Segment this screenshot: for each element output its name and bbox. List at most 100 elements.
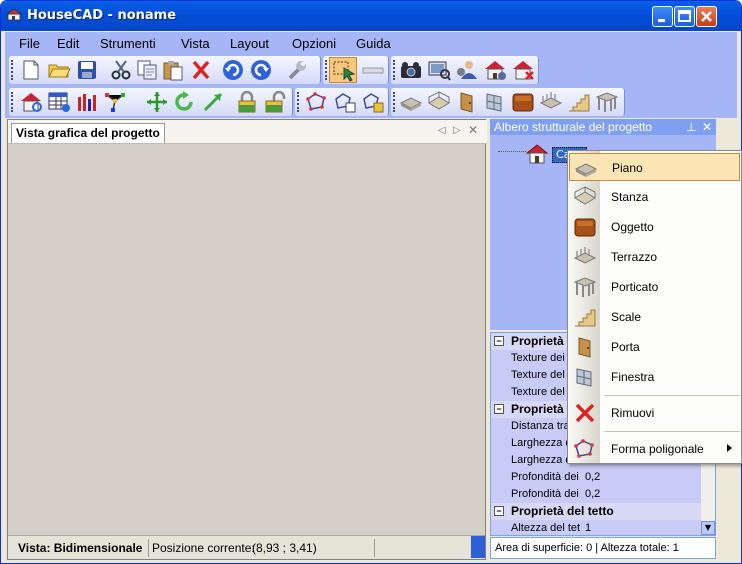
toolbar-grip[interactable]: [11, 92, 14, 112]
info-bar: Area di superficie: 0 | Altezza totale: …: [490, 537, 716, 559]
open-icon[interactable]: [47, 59, 71, 81]
close-button[interactable]: [696, 6, 717, 27]
new-icon[interactable]: [19, 59, 43, 81]
size-grip[interactable]: [471, 536, 485, 558]
toolbar-grip[interactable]: [297, 92, 300, 112]
context-item-piano[interactable]: Piano: [569, 153, 740, 181]
title-bar[interactable]: HouseCAD - noname: [1, 1, 741, 31]
camera-icon[interactable]: [399, 59, 423, 81]
menu-opzioni[interactable]: Opzioni: [292, 36, 336, 51]
floor-icon[interactable]: [399, 91, 423, 113]
context-item-rimuovi[interactable]: Rimuovi: [569, 399, 740, 427]
porch-icon[interactable]: [595, 91, 619, 113]
context-item-stanza[interactable]: Stanza: [569, 183, 740, 211]
polygon-icon: [574, 439, 594, 458]
toolbar-group-edit: [9, 88, 293, 116]
status-separator: [148, 539, 149, 557]
collapse-icon[interactable]: −: [494, 506, 504, 516]
property-category[interactable]: − Proprietà del tetto: [491, 503, 701, 520]
toolbar-grip[interactable]: [11, 60, 14, 80]
render-icon[interactable]: [427, 59, 451, 81]
wrench-icon[interactable]: [285, 59, 309, 81]
measure-icon[interactable]: [361, 59, 385, 81]
nodes-icon[interactable]: [103, 91, 127, 113]
context-item-forma-poligonale[interactable]: Forma poligonale: [569, 435, 740, 463]
save-icon[interactable]: [75, 59, 99, 81]
resize-icon[interactable]: [201, 91, 225, 113]
undo-icon[interactable]: [221, 59, 245, 81]
menu-edit[interactable]: Edit: [57, 36, 79, 51]
remove-icon: [575, 403, 595, 423]
door-icon[interactable]: [455, 91, 479, 113]
cut-icon[interactable]: [109, 59, 133, 81]
property-row[interactable]: Profondità dei 0,2: [491, 469, 701, 486]
porch-icon: [573, 277, 597, 297]
tree-connector: [498, 151, 526, 152]
terrace-icon[interactable]: [539, 91, 563, 113]
toolbar-grip[interactable]: [325, 60, 328, 80]
status-separator: [374, 539, 375, 557]
menu-guida[interactable]: Guida: [356, 36, 391, 51]
drawing-canvas[interactable]: [8, 144, 485, 534]
move-icon[interactable]: [145, 91, 169, 113]
object-icon[interactable]: [511, 91, 535, 113]
toolbar-group-select: [323, 56, 389, 84]
tab-graphic-view[interactable]: Vista grafica del progetto: [11, 123, 165, 143]
menu-layout[interactable]: Layout: [230, 36, 269, 51]
context-item-terrazzo[interactable]: Terrazzo: [569, 243, 740, 271]
context-menu: Piano Stanza Oggetto Terrazzo Porticato …: [567, 150, 742, 464]
house-settings-icon[interactable]: [483, 59, 507, 81]
close-icon: [701, 11, 712, 22]
context-item-oggetto[interactable]: Oggetto: [569, 213, 740, 241]
polygon-icon[interactable]: [305, 91, 329, 113]
person-icon[interactable]: [455, 59, 479, 81]
menu-vista[interactable]: Vista: [181, 36, 210, 51]
room-icon[interactable]: [427, 91, 451, 113]
context-item-finestra[interactable]: Finestra: [569, 363, 740, 391]
chart-icon[interactable]: [75, 91, 99, 113]
house-remove-icon[interactable]: [511, 59, 535, 81]
tab-close-icon[interactable]: ✕: [468, 123, 478, 137]
door-icon: [578, 337, 591, 358]
polygon-copy-icon[interactable]: [333, 91, 357, 113]
toolbar-row-2: [5, 86, 737, 118]
pin-icon[interactable]: ⊥: [686, 119, 696, 135]
minimize-icon: [658, 19, 665, 22]
collapse-icon[interactable]: −: [494, 336, 504, 346]
menu-bar: File Edit Strumenti Vista Layout Opzioni…: [5, 32, 737, 54]
minimize-button[interactable]: [652, 6, 673, 27]
house-icon: [526, 144, 548, 164]
context-item-porta[interactable]: Porta: [569, 333, 740, 361]
tree-panel-header: Albero strutturale del progetto ⊥ ✕: [490, 119, 716, 135]
unlock-icon[interactable]: [263, 91, 287, 113]
stairs-icon[interactable]: [567, 91, 591, 113]
context-item-porticato[interactable]: Porticato: [569, 273, 740, 301]
menu-file[interactable]: File: [19, 36, 40, 51]
toolbar-grip[interactable]: [393, 60, 396, 80]
polygon-edit-icon[interactable]: [361, 91, 385, 113]
property-row[interactable]: Altezza del tet 1: [491, 520, 701, 535]
toolbar-row-1: [5, 54, 737, 86]
select-button-active[interactable]: [329, 57, 357, 83]
table-icon[interactable]: [47, 91, 71, 113]
panel-close-icon[interactable]: ✕: [702, 119, 712, 135]
toolbar-grip[interactable]: [393, 92, 396, 112]
collapse-icon[interactable]: −: [494, 404, 504, 414]
view-mode-status: Vista: Bidimensionale: [18, 541, 143, 555]
copy-icon[interactable]: [135, 59, 159, 81]
rotate-icon[interactable]: [173, 91, 197, 113]
lock-icon[interactable]: [235, 91, 259, 113]
property-row[interactable]: Profondità dei 0,2: [491, 486, 701, 503]
paste-icon[interactable]: [161, 59, 185, 81]
tab-scroll-left-icon[interactable]: ◁: [438, 125, 446, 136]
scroll-down-icon[interactable]: ▼: [701, 521, 715, 535]
window-icon[interactable]: [483, 91, 507, 113]
context-item-scale[interactable]: Scale: [569, 303, 740, 331]
redo-icon[interactable]: [249, 59, 273, 81]
toolbar-group-view: [391, 56, 539, 84]
delete-icon[interactable]: [189, 59, 213, 81]
house-refresh-icon[interactable]: [19, 91, 43, 113]
tab-scroll-right-icon[interactable]: ▷: [453, 125, 461, 136]
maximize-button[interactable]: [674, 6, 695, 27]
menu-strumenti[interactable]: Strumenti: [100, 36, 156, 51]
